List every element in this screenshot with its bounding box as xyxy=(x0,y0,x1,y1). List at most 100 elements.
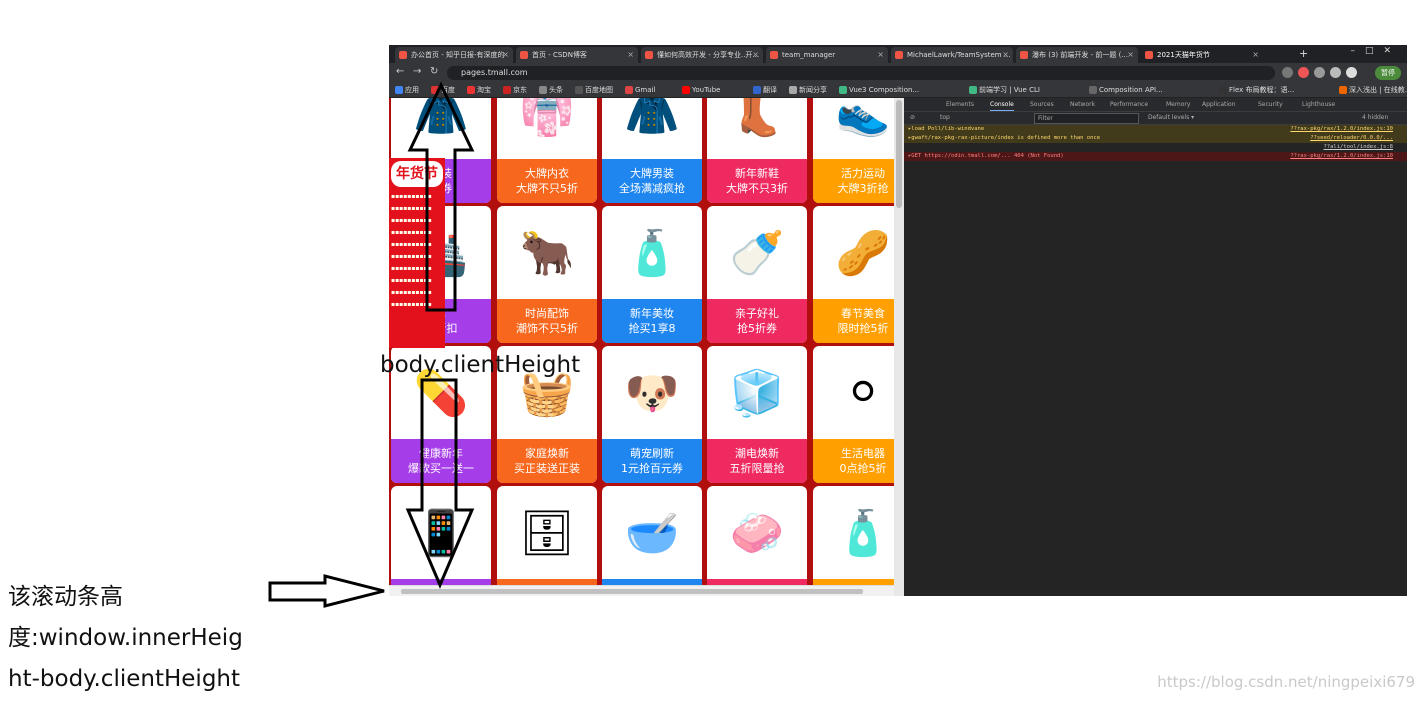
fridge-icon: 🧊 xyxy=(729,367,785,419)
browser-tab[interactable]: team_manager × xyxy=(766,47,888,63)
product-card[interactable]: 🧴 xyxy=(813,486,894,596)
product-title: 新年美妆 xyxy=(630,307,674,320)
filter-input[interactable]: Filter xyxy=(1034,113,1139,124)
product-title: 生活电器 xyxy=(841,447,885,460)
product-card[interactable]: 🐂 时尚配饰 潮饰不只5折 xyxy=(497,206,597,343)
bookmark-icon xyxy=(1089,86,1097,94)
close-tab-icon[interactable]: × xyxy=(627,47,634,63)
close-tab-icon[interactable]: × xyxy=(1002,47,1009,63)
bookmark-item[interactable]: 淘宝 xyxy=(467,84,491,96)
console-source-link[interactable]: ??ali/tool/index.js:8 xyxy=(1323,143,1393,152)
page-viewport[interactable]: 年货节 ▪▪▪▪▪▪▪▪▪▪ ▪▪▪▪▪▪▪▪▪▪ ▪▪▪▪▪▪▪▪▪▪ ▪▪▪… xyxy=(389,98,894,596)
product-card[interactable]: 🗄 xyxy=(497,486,597,596)
product-card[interactable]: 🥜 春节美食 限时抢5折 xyxy=(813,206,894,343)
extension-icon[interactable] xyxy=(1330,67,1341,78)
horizontal-scrollbar[interactable] xyxy=(389,585,894,596)
product-card[interactable]: 👘 大牌内衣 大牌不只5折 xyxy=(497,98,597,203)
address-bar[interactable]: pages.tmall.com xyxy=(447,66,1275,80)
product-card[interactable]: 🥣 xyxy=(602,486,702,596)
close-tab-icon[interactable]: × xyxy=(502,47,509,63)
bookmark-item[interactable]: 京东 xyxy=(503,84,527,96)
product-caption: 新年新鞋 大牌不只3折 xyxy=(707,159,807,203)
bookmark-item[interactable]: 头条 xyxy=(539,84,563,96)
extension-icon[interactable] xyxy=(1314,67,1325,78)
product-card[interactable]: 🧊 潮电焕新 五折限量抢 xyxy=(707,346,807,483)
sidebar-banner[interactable]: 年货节 ▪▪▪▪▪▪▪▪▪▪ ▪▪▪▪▪▪▪▪▪▪ ▪▪▪▪▪▪▪▪▪▪ ▪▪▪… xyxy=(389,158,445,348)
devtools-tab[interactable]: Performance xyxy=(1110,99,1148,110)
devtools-tab[interactable]: Application xyxy=(1202,99,1236,110)
product-card[interactable]: 👢 新年新鞋 大牌不只3折 xyxy=(707,98,807,203)
product-subtitle: 抢买1享8 xyxy=(628,322,676,335)
devtools-tab[interactable]: Lighthouse xyxy=(1302,99,1335,110)
browser-tab[interactable]: 2021天猫年货节 × xyxy=(1141,47,1263,63)
profile-button[interactable]: 暂停 xyxy=(1375,66,1401,80)
tab-label: MichaelLawrk/TeamSystem ... xyxy=(907,51,1011,59)
browser-tab[interactable]: 瀑布 (3) 前端开发 - 前一题 (... × xyxy=(1016,47,1138,63)
browser-tab[interactable]: MichaelLawrk/TeamSystem ... × xyxy=(891,47,1013,63)
extension-icon[interactable] xyxy=(1282,67,1293,78)
product-card[interactable]: 👟 活力运动 大牌3折抢 xyxy=(813,98,894,203)
new-tab-button[interactable]: + xyxy=(1299,47,1308,60)
product-card[interactable]: 🐶 萌宠刷新 1元抢百元券 xyxy=(602,346,702,483)
bookmark-item[interactable]: YouTube xyxy=(682,84,720,96)
back-icon[interactable]: ← xyxy=(396,66,404,77)
close-tab-icon[interactable]: × xyxy=(1252,47,1259,63)
window-controls[interactable]: –□✕ xyxy=(1350,46,1401,56)
devtools-tab[interactable]: Sources xyxy=(1030,99,1054,110)
levels-dropdown[interactable]: Default levels ▾ xyxy=(1148,112,1194,123)
extension-icon[interactable] xyxy=(1298,67,1309,78)
console-source-link[interactable]: ??seed/reloader/0.0.0/... xyxy=(1310,134,1393,143)
product-card[interactable]: 🧼 xyxy=(707,486,807,596)
product-title: 新年新鞋 xyxy=(735,167,779,180)
close-tab-icon[interactable]: × xyxy=(752,47,759,63)
product-card[interactable]: 📱 xyxy=(391,486,491,596)
browser-tab[interactable]: 办公首页 - 知乎日报-有深度的 × xyxy=(395,47,513,63)
product-card[interactable]: 🧴 新年美妆 抢买1享8 xyxy=(602,206,702,343)
product-card[interactable]: 🧥 大牌男装 全场满减疯抢 xyxy=(602,98,702,203)
tab-favicon-icon xyxy=(770,51,778,59)
console-source-link[interactable]: ??rax-pkg/rax/1.2.0/index.js:10 xyxy=(1290,152,1393,161)
bookmark-icon xyxy=(969,86,977,94)
bookmark-item[interactable]: Flex 布局教程：语... xyxy=(1219,84,1294,96)
bookmark-item[interactable]: Composition API... xyxy=(1089,84,1163,96)
tab-label: 瀑布 (3) 前端开发 - 前一题 (... xyxy=(1032,51,1128,59)
devtools-tab[interactable]: Security xyxy=(1258,99,1283,110)
product-card[interactable]: 🍼 亲子好礼 抢5折券 xyxy=(707,206,807,343)
forward-icon[interactable]: → xyxy=(413,66,421,77)
bookmark-item[interactable]: 百度地图 xyxy=(575,84,613,96)
devtools-tab[interactable]: Elements xyxy=(946,99,974,110)
browser-tab[interactable]: 懂如何高效开发 - 分享专业..开... × xyxy=(641,47,763,63)
scrollbar-thumb[interactable] xyxy=(401,589,863,594)
bookmark-item[interactable]: 前端学习 | Vue CLI xyxy=(969,84,1040,96)
product-caption: 萌宠刷新 1元抢百元券 xyxy=(602,439,702,483)
product-title: 家庭焕新 xyxy=(525,447,569,460)
devtools-tab[interactable]: Network xyxy=(1070,99,1095,110)
bookmark-item[interactable]: 百度 xyxy=(431,84,455,96)
vertical-scrollbar[interactable] xyxy=(894,98,904,596)
bookmark-item[interactable]: 翻译 xyxy=(753,84,777,96)
bookmark-item[interactable]: Vue3 Composition... xyxy=(839,84,919,96)
devtools-tab[interactable]: Memory xyxy=(1166,99,1190,110)
bookmark-item[interactable]: 应用 xyxy=(395,84,419,96)
bookmark-item[interactable]: 新闻分享 xyxy=(789,84,827,96)
product-subtitle: 全场满减疯抢 xyxy=(619,182,685,195)
avatar[interactable] xyxy=(1346,67,1357,78)
scrollbar-thumb[interactable] xyxy=(896,100,902,208)
bookmark-item[interactable]: 深入浅出 | 在线教... xyxy=(1339,84,1407,96)
devtools-tab[interactable]: Console xyxy=(990,99,1014,111)
close-tab-icon[interactable]: × xyxy=(1127,47,1134,63)
bookmark-item[interactable]: Gmail xyxy=(625,84,655,96)
close-tab-icon[interactable]: × xyxy=(877,47,884,63)
context-select[interactable]: top xyxy=(940,112,950,123)
console-source-link[interactable]: ??rax-pkg/rax/1.2.0/index.js:10 xyxy=(1290,125,1393,134)
browser-tab[interactable]: 首页 - CSDN博客 × xyxy=(516,47,638,63)
scrollbar-height-note: 该滚动条高 度:window.innerHeig ht-body.clientH… xyxy=(8,577,258,700)
right-arrow xyxy=(268,574,385,608)
reload-icon[interactable]: ↻ xyxy=(430,66,438,77)
product-subtitle: 潮饰不只5折 xyxy=(516,322,578,335)
product-subtitle: 大牌不只5折 xyxy=(516,182,578,195)
product-caption: 家庭焕新 买正装送正装 xyxy=(497,439,597,483)
console-message-text: ▸GET https://odin.tmall.com/... 404 (Not… xyxy=(908,153,1064,159)
product-card[interactable]: ⚪ 生活电器 0点抢5折 xyxy=(813,346,894,483)
clear-icon[interactable]: ⊘ xyxy=(910,112,915,123)
